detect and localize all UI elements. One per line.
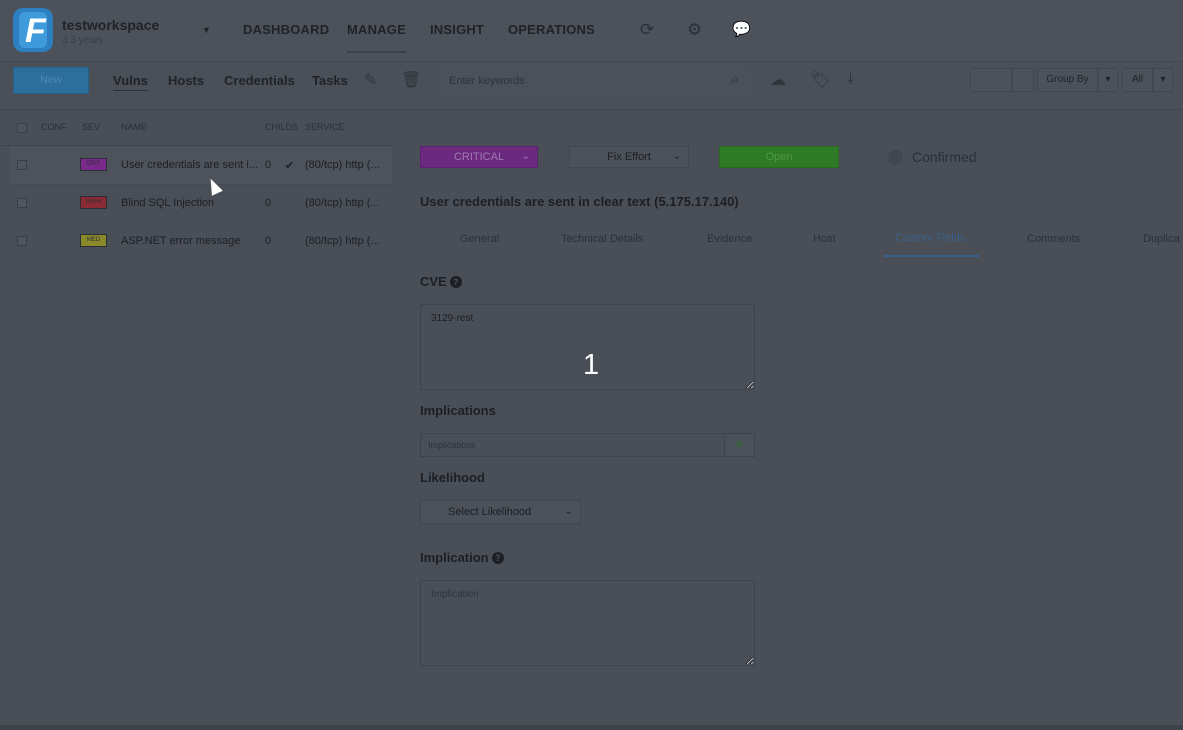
filter-all-caret-icon[interactable]: ▾ — [1153, 68, 1173, 92]
step-number-overlay: 1 — [583, 349, 600, 381]
edit-icon[interactable]: ✎ — [364, 70, 377, 90]
pagination-prev[interactable] — [970, 68, 1012, 92]
vuln-name[interactable]: User credentials are sent i... — [121, 159, 261, 171]
severity-badge: HIGH — [80, 196, 107, 209]
vuln-childs: 0 — [265, 197, 272, 209]
group-by-caret-icon[interactable]: ▾ — [1098, 68, 1118, 92]
toolbar: New Vulns Hosts Credentials Tasks ✎ 🗑 ⌕ … — [0, 62, 1183, 110]
workspace-caret-icon[interactable]: ▼ — [202, 25, 211, 35]
bottom-edge — [0, 725, 1183, 730]
search-box: ⌕ — [440, 67, 750, 94]
confirmed-label: Confirmed — [912, 149, 977, 165]
vuln-childs: 0 — [265, 159, 272, 171]
likelihood-select-value: Select Likelihood — [448, 506, 532, 518]
severity-value: CRITICAL — [453, 151, 505, 163]
severity-badge: MED — [80, 234, 107, 247]
implications-input[interactable] — [420, 433, 725, 457]
table-header: CONF SEV NAME CHILDS SERVICE — [0, 110, 396, 146]
help-icon[interactable]: ? — [491, 552, 504, 564]
trash-icon[interactable]: 🗑 — [401, 70, 421, 90]
col-name[interactable]: NAME — [121, 122, 147, 132]
confirmed-toggle[interactable] — [888, 150, 903, 165]
table-row[interactable]: HIGH Blind SQL Injection 0 (80/tcp) http… — [10, 185, 392, 223]
upload-cloud-icon[interactable]: ☁ — [770, 70, 786, 90]
chat-icon[interactable]: 💬 — [732, 20, 751, 38]
fix-effort-dropdown[interactable]: Fix Effort ⌄ — [569, 146, 689, 168]
group-by-button[interactable]: Group By — [1037, 68, 1098, 92]
status-dropdown[interactable]: Open — [719, 146, 839, 168]
pagination-next[interactable] — [1012, 68, 1034, 92]
vuln-detail-panel: CRITICAL ⌄ Fix Effort ⌄ Open Confirmed U… — [397, 110, 1183, 725]
implication-label: Implication? — [420, 550, 504, 565]
col-service[interactable]: SERVICE — [305, 122, 344, 132]
add-implication-plus-icon[interactable]: ⊕ — [724, 433, 755, 457]
table-row[interactable]: MED ASP.NET error message 0 (80/tcp) htt… — [10, 223, 392, 261]
chevron-down-icon: ⌄ — [564, 506, 573, 517]
tab-custom-fields[interactable]: Custom Fields — [895, 232, 965, 244]
implications-label: Implications — [420, 403, 496, 418]
filter-all-button[interactable]: All — [1122, 68, 1153, 92]
col-sev[interactable]: SEV — [82, 122, 100, 132]
nav-operations[interactable]: OPERATIONS — [508, 22, 595, 37]
fix-effort-value: Fix Effort — [607, 151, 651, 163]
col-conf[interactable]: CONF — [41, 122, 67, 132]
severity-badge: CRIT — [80, 158, 107, 171]
search-icon[interactable]: ⌕ — [731, 71, 739, 88]
active-tab-indicator — [883, 255, 979, 257]
tab-tasks[interactable]: Tasks — [312, 73, 348, 88]
row-checkbox[interactable] — [17, 160, 27, 170]
cve-label: CVE? — [420, 274, 462, 289]
vuln-childs: 0 — [265, 235, 272, 247]
tab-hosts[interactable]: Hosts — [168, 73, 204, 88]
search-input[interactable] — [441, 68, 711, 93]
new-vuln-button[interactable]: New — [13, 67, 89, 94]
tab-comments[interactable]: Comments — [1027, 233, 1080, 245]
tab-vulns[interactable]: Vulns — [113, 73, 148, 91]
logo-letter: F — [25, 12, 46, 50]
tab-general[interactable]: General — [460, 233, 499, 245]
faraday-logo[interactable]: F — [13, 8, 53, 52]
cve-label-text: CVE — [420, 274, 447, 289]
confirmed-check-icon: ✔ — [285, 160, 295, 172]
likelihood-select[interactable]: Select Likelihood ⌄ — [420, 500, 581, 524]
help-icon[interactable]: ? — [449, 276, 462, 288]
nav-dashboard[interactable]: DASHBOARD — [243, 22, 329, 37]
tab-evidence[interactable]: Evidence — [707, 233, 752, 245]
vuln-service: (80/tcp) http (... — [305, 197, 380, 209]
col-childs[interactable]: CHILDS — [265, 122, 298, 132]
tag-icon[interactable]: 🏷 — [810, 70, 830, 90]
tab-duplicates[interactable]: Duplica — [1143, 233, 1180, 245]
vuln-service: (80/tcp) http (... — [305, 159, 380, 171]
tab-credentials[interactable]: Credentials — [224, 73, 295, 88]
row-checkbox[interactable] — [17, 236, 27, 246]
nav-manage[interactable]: MANAGE — [347, 22, 406, 53]
likelihood-label: Likelihood — [420, 470, 485, 485]
table-row[interactable]: CRIT User credentials are sent i... 0 ✔ … — [10, 147, 392, 185]
implication-label-text: Implication — [420, 550, 489, 565]
row-checkbox[interactable] — [17, 198, 27, 208]
refresh-icon[interactable]: ⟳ — [640, 20, 654, 40]
select-all-checkbox[interactable] — [17, 123, 27, 133]
chevron-down-icon: ⌄ — [672, 151, 681, 162]
tab-host[interactable]: Host — [813, 233, 836, 245]
implication-textarea[interactable] — [420, 580, 755, 666]
vulns-table: CONF SEV NAME CHILDS SERVICE CRIT User c… — [0, 110, 396, 725]
workspace-subtitle: 3 3 years — [62, 35, 104, 46]
top-header: F testworkspace 3 3 years ▼ DASHBOARD MA… — [0, 0, 1183, 62]
gear-icon[interactable]: ⚙ — [687, 20, 702, 40]
chevron-down-icon: ⌄ — [521, 151, 530, 162]
vuln-name[interactable]: ASP.NET error message — [121, 235, 261, 247]
vuln-name[interactable]: Blind SQL Injection — [121, 197, 261, 209]
download-icon[interactable]: ⤓ — [847, 70, 854, 88]
nav-insight[interactable]: INSIGHT — [430, 22, 484, 37]
tab-technical-details[interactable]: Technical Details — [561, 233, 644, 245]
vuln-service: (80/tcp) http (... — [305, 235, 380, 247]
vuln-title: User credentials are sent in clear text … — [420, 194, 739, 209]
workspace-name[interactable]: testworkspace — [62, 17, 159, 33]
severity-dropdown[interactable]: CRITICAL ⌄ — [420, 146, 538, 168]
